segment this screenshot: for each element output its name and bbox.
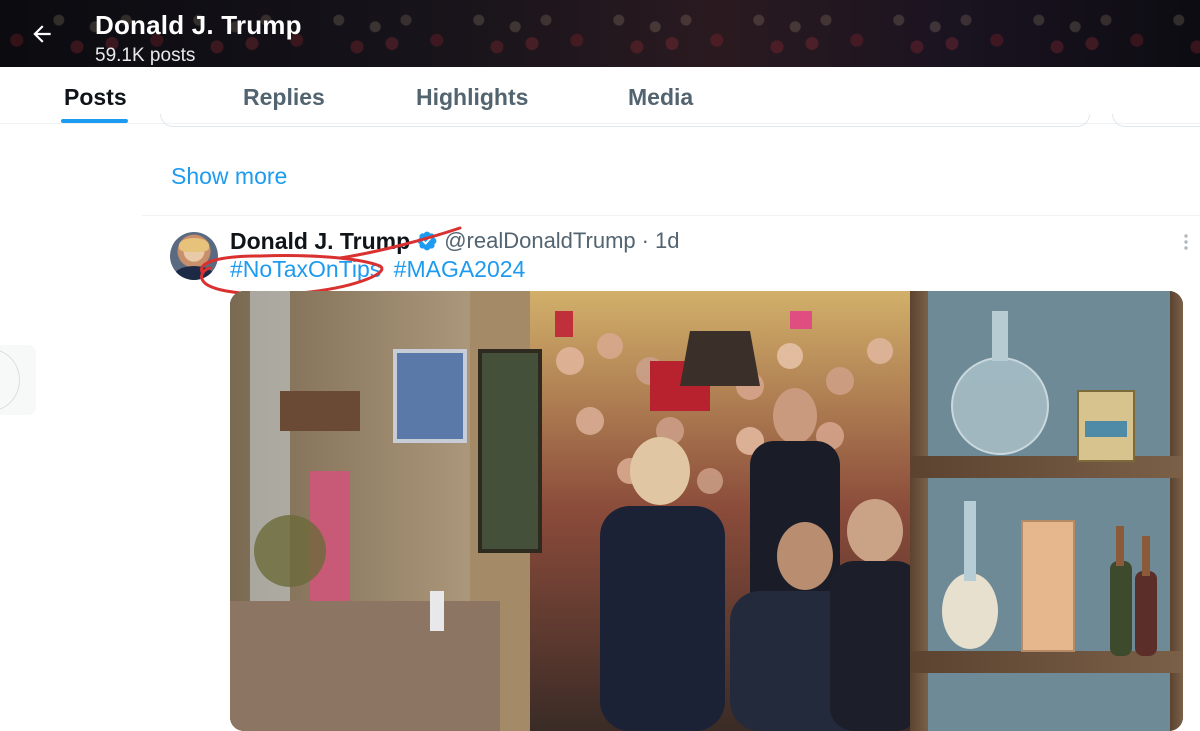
active-tab-indicator xyxy=(61,119,128,123)
show-more-link[interactable]: Show more xyxy=(171,163,287,190)
previous-card-edge-right xyxy=(1112,114,1200,127)
side-panel-edge xyxy=(0,345,36,415)
post-media-video[interactable] xyxy=(230,291,1183,731)
profile-header-banner: Donald J. Trump 59.1K posts xyxy=(0,0,1200,67)
post-text: #NoTaxOnTips #MAGA2024 xyxy=(230,256,525,283)
post-timestamp[interactable]: 1d xyxy=(655,228,679,254)
tab-replies[interactable]: Replies xyxy=(243,84,325,111)
video-thumbnail-image xyxy=(230,291,1183,731)
profile-title: Donald J. Trump xyxy=(95,10,302,40)
hashtag-link[interactable]: #NoTaxOnTips xyxy=(230,256,381,282)
author-handle[interactable]: @realDonaldTrump xyxy=(444,228,635,254)
verified-badge-icon xyxy=(417,231,437,251)
post-header: Donald J. Trump @realDonaldTrump · 1d xyxy=(230,227,679,255)
post-divider xyxy=(142,215,1200,216)
tab-posts[interactable]: Posts xyxy=(64,84,127,111)
more-vertical-icon xyxy=(1184,234,1188,250)
tab-highlights[interactable]: Highlights xyxy=(416,84,528,111)
author-name[interactable]: Donald J. Trump xyxy=(230,228,410,255)
hashtag-link[interactable]: #MAGA2024 xyxy=(394,256,526,282)
dot-separator: · xyxy=(641,228,649,253)
avatar-hair xyxy=(179,238,209,252)
post-count: 59.1K posts xyxy=(95,45,196,66)
more-options-button[interactable] xyxy=(1178,232,1198,252)
previous-card-edge xyxy=(160,114,1090,127)
avatar[interactable] xyxy=(170,232,218,280)
arrow-left-icon xyxy=(33,25,51,43)
tab-media[interactable]: Media xyxy=(628,84,693,111)
avatar-suit xyxy=(174,266,214,280)
back-button[interactable] xyxy=(26,18,58,50)
